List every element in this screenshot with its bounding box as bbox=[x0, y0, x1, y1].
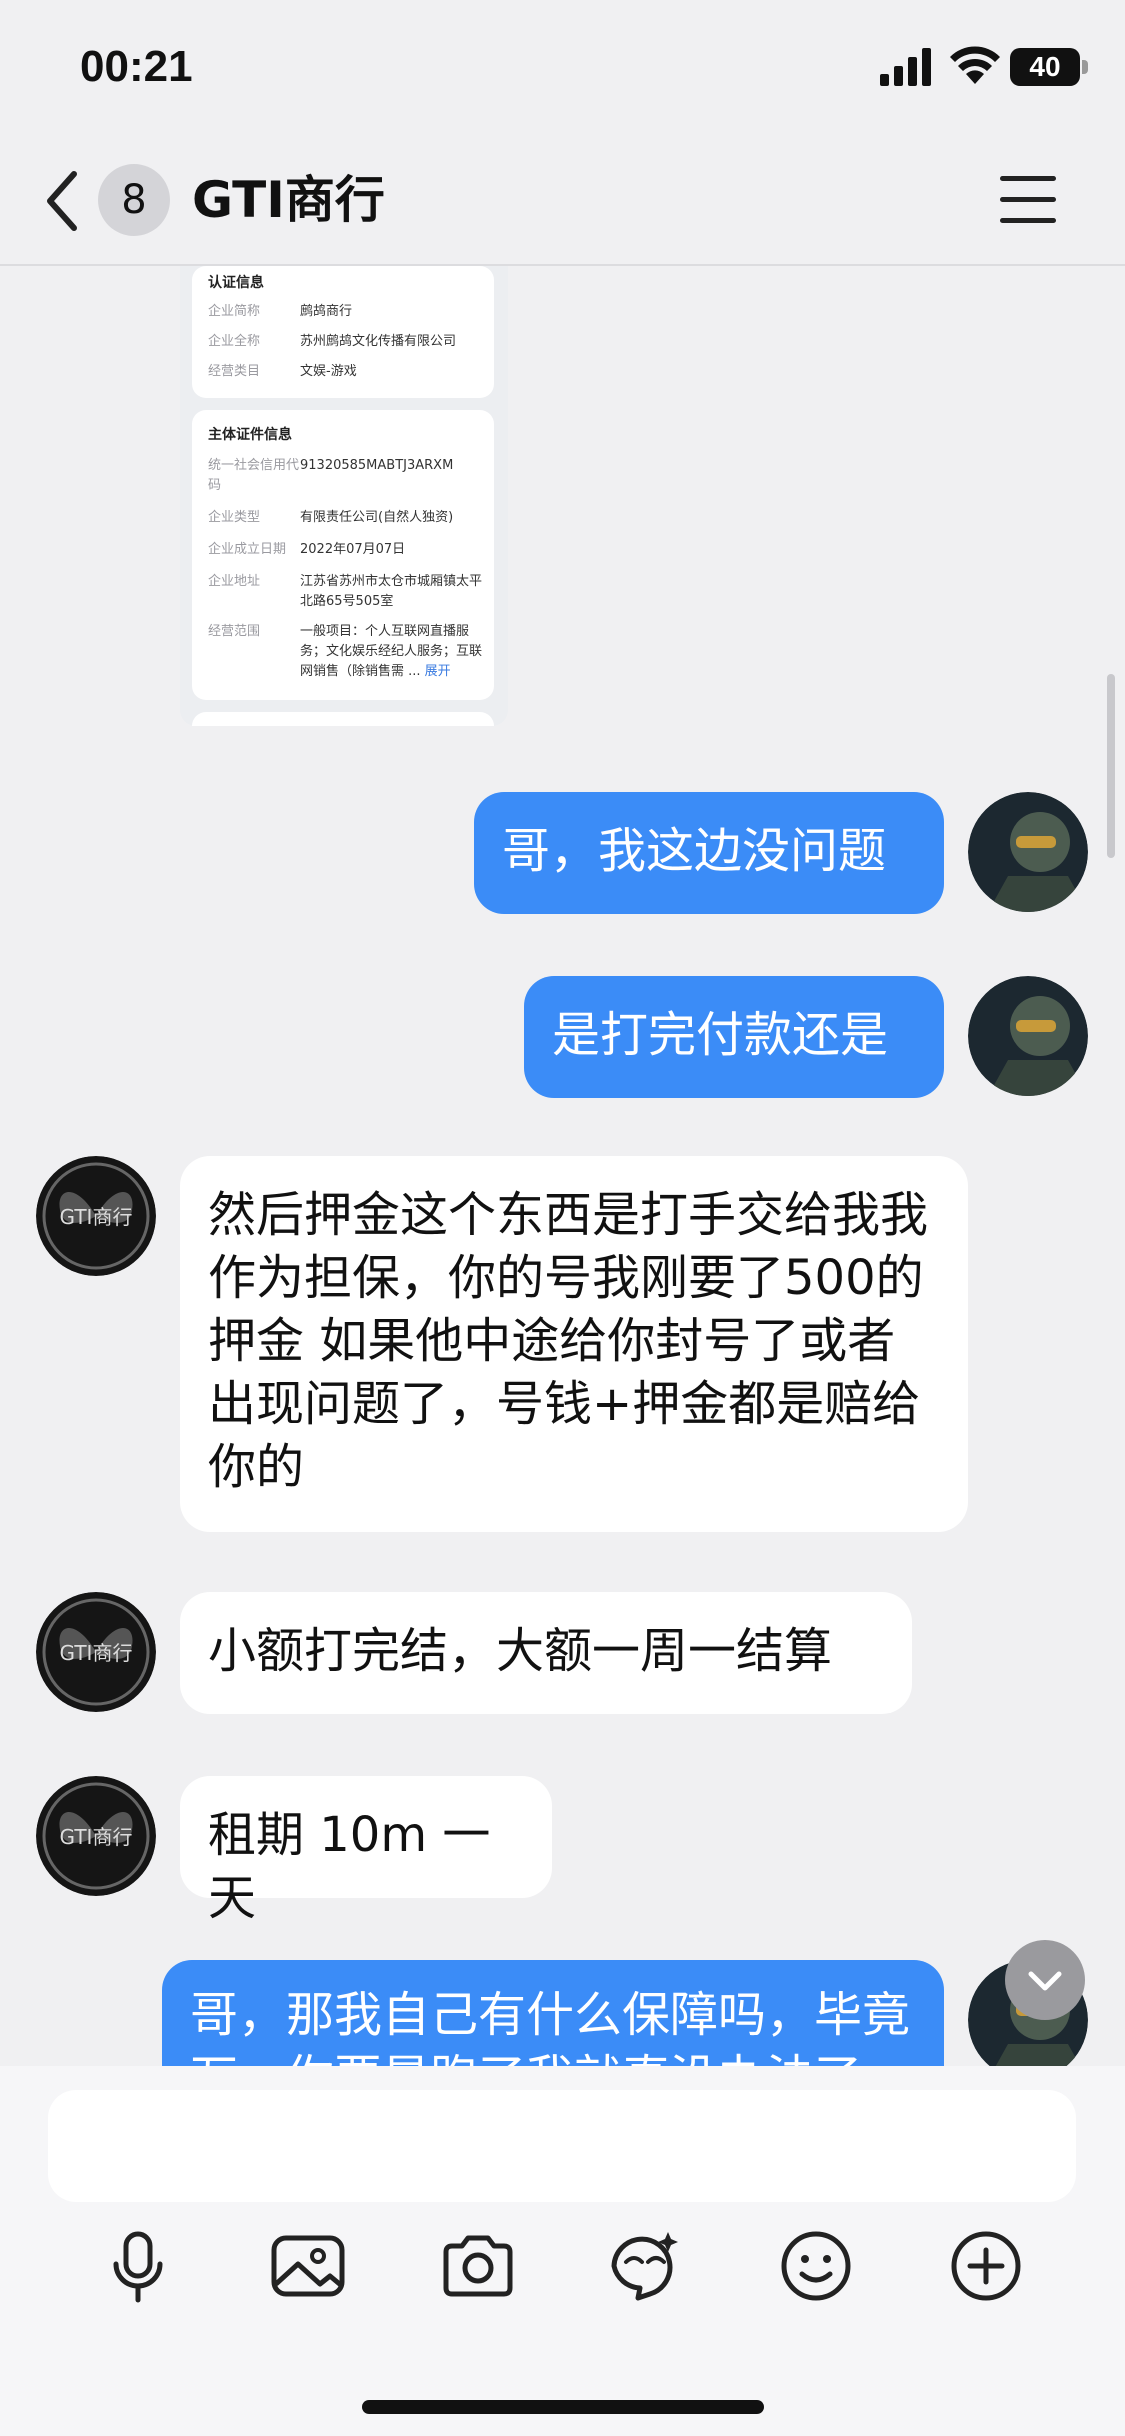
incoming-message[interactable]: 租期 10m 一天 bbox=[180, 1776, 552, 1926]
chat-header: 8 GTI商行 bbox=[0, 140, 1125, 266]
battery-cap bbox=[1082, 60, 1088, 74]
license-info-title: 主体证件信息 bbox=[208, 427, 292, 443]
certification-title: 认证信息 bbox=[208, 275, 264, 291]
scroll-indicator[interactable] bbox=[1107, 674, 1115, 858]
sticker-icon[interactable] bbox=[604, 2226, 684, 2306]
certification-card: 认证信息 企业简称 鹧鸪商行 企业全称 苏州鹧鸪文化传播有限公司 经营类目 文娱… bbox=[192, 266, 494, 398]
svg-text:GTI商行: GTI商行 bbox=[60, 1641, 133, 1665]
outgoing-message[interactable]: 哥，那我自己有什么保障吗，毕竟万一你要是跑了我就真没办法了 bbox=[162, 1960, 944, 2066]
contact-avatar[interactable]: GTI商行 bbox=[36, 1592, 156, 1712]
composer-area bbox=[0, 2066, 1125, 2436]
home-indicator[interactable] bbox=[362, 2400, 764, 2414]
outgoing-message[interactable]: 是打完付款还是 bbox=[524, 976, 944, 1098]
battery-level: 40 bbox=[1010, 48, 1080, 86]
emoji-icon[interactable] bbox=[776, 2226, 856, 2306]
wifi-icon bbox=[950, 46, 1000, 84]
menu-icon[interactable] bbox=[1000, 176, 1060, 228]
expand-link[interactable]: 展开 bbox=[425, 664, 451, 679]
camera-icon[interactable] bbox=[438, 2226, 518, 2306]
status-time: 00:21 bbox=[80, 42, 193, 91]
message-list[interactable]: 认证信息 企业简称 鹧鸪商行 企业全称 苏州鹧鸪文化传播有限公司 经营类目 文娱… bbox=[0, 266, 1125, 2066]
contact-avatar[interactable]: GTI商行 bbox=[36, 1156, 156, 1276]
scroll-to-bottom-button[interactable] bbox=[1005, 1940, 1085, 2020]
chat-title: GTI商行 bbox=[192, 171, 385, 229]
microphone-icon[interactable] bbox=[98, 2226, 178, 2306]
unread-count-badge[interactable]: 8 bbox=[98, 164, 170, 236]
my-avatar[interactable] bbox=[968, 792, 1088, 912]
plus-icon[interactable] bbox=[946, 2226, 1026, 2306]
license-info-card: 主体证件信息 统一社会信用代码 91320585MABTJ3ARXM 企业类型 … bbox=[192, 410, 494, 700]
incoming-message[interactable]: 小额打完结，大额一周一结算 bbox=[180, 1592, 912, 1714]
contact-avatar[interactable]: GTI商行 bbox=[36, 1776, 156, 1896]
outgoing-message[interactable]: 哥，我这边没问题 bbox=[474, 792, 944, 914]
shared-certificate-image[interactable]: 认证信息 企业简称 鹧鸪商行 企业全称 苏州鹧鸪文化传播有限公司 经营类目 文娱… bbox=[180, 266, 508, 726]
my-avatar[interactable] bbox=[968, 976, 1088, 1096]
chevron-down-icon bbox=[1028, 1971, 1062, 1991]
image-icon[interactable] bbox=[268, 2226, 348, 2306]
status-bar: 00:21 40 bbox=[0, 0, 1125, 140]
message-input[interactable] bbox=[48, 2090, 1076, 2202]
svg-text:GTI商行: GTI商行 bbox=[60, 1205, 133, 1229]
back-arrow-icon[interactable] bbox=[40, 166, 86, 236]
cellular-signal-icon bbox=[880, 48, 931, 86]
svg-text:GTI商行: GTI商行 bbox=[60, 1825, 133, 1849]
incoming-message[interactable]: 然后押金这个东西是打手交给我我作为担保，你的号我刚要了500的押金 如果他中途给… bbox=[180, 1156, 968, 1532]
card-more-section bbox=[192, 712, 494, 726]
